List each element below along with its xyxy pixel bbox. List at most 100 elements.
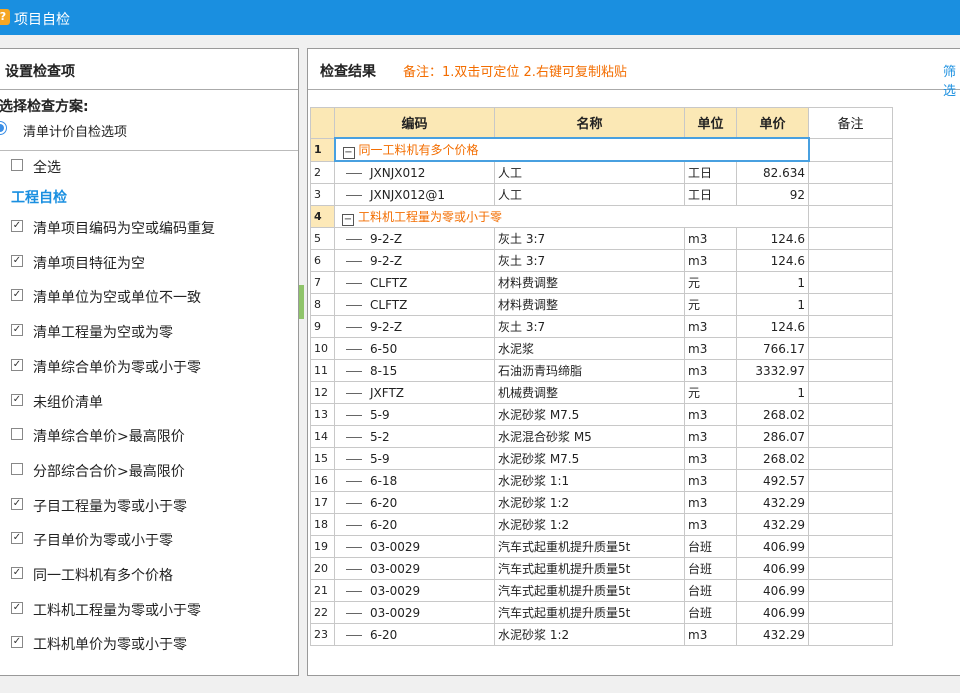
- code-cell[interactable]: 6-20: [334, 513, 495, 536]
- remark-cell[interactable]: [808, 535, 893, 558]
- remark-cell[interactable]: [808, 513, 893, 536]
- price-cell[interactable]: 286.07: [736, 425, 809, 448]
- remark-cell[interactable]: [808, 469, 893, 492]
- code-cell[interactable]: JXFTZ: [334, 381, 495, 404]
- checkbox-checked-icon[interactable]: ✓: [11, 220, 23, 232]
- checkbox-checked-icon[interactable]: ✓: [11, 393, 23, 406]
- checkbox-checked-icon[interactable]: ✓: [11, 254, 23, 267]
- remark-cell[interactable]: [808, 447, 893, 470]
- name-cell[interactable]: 水泥砂浆 M7.5: [494, 403, 685, 426]
- table-row[interactable]: 6 9-2-Z 灰土 3:7 m3 124.6: [310, 249, 893, 272]
- remark-cell[interactable]: [808, 403, 893, 426]
- code-cell[interactable]: 03-0029: [334, 579, 495, 602]
- name-cell[interactable]: 灰土 3:7: [494, 227, 685, 250]
- name-cell[interactable]: 水泥砂浆 1:2: [494, 513, 685, 536]
- table-row[interactable]: 12 JXFTZ 机械费调整元 1: [310, 381, 893, 404]
- price-cell[interactable]: 766.17: [736, 337, 809, 360]
- checkbox-checked-icon[interactable]: ✓: [11, 358, 23, 371]
- code-cell[interactable]: 5-9: [334, 403, 495, 426]
- name-cell[interactable]: 水泥砂浆 1:2: [494, 623, 685, 646]
- code-cell[interactable]: 6-20: [334, 491, 495, 514]
- price-cell[interactable]: 124.6: [736, 249, 809, 272]
- unit-cell[interactable]: 元: [684, 293, 737, 316]
- name-cell[interactable]: 水泥砂浆 1:1: [494, 469, 685, 492]
- code-cell[interactable]: 03-0029: [334, 601, 495, 624]
- remark-cell[interactable]: [808, 359, 893, 382]
- table-row[interactable]: 3 JXNJX012@1 人工 工日 92: [310, 183, 893, 206]
- remark-cell[interactable]: [808, 227, 893, 250]
- column-header-code[interactable]: 编码: [334, 107, 495, 139]
- table-row[interactable]: 20 03-0029 汽车式起重机提升质量5t 台班 406.99: [310, 557, 893, 580]
- unit-cell[interactable]: m3: [684, 337, 737, 360]
- code-cell[interactable]: JXNJX012@1: [334, 183, 495, 206]
- price-cell[interactable]: 82.634: [736, 160, 809, 184]
- name-cell[interactable]: 石油沥青玛缔脂: [494, 359, 685, 382]
- checkbox-icon[interactable]: [11, 428, 23, 441]
- checkbox-checked-icon[interactable]: ✓: [11, 567, 23, 579]
- remark-cell[interactable]: [808, 271, 893, 294]
- price-cell[interactable]: 1: [736, 293, 809, 316]
- group-row[interactable]: 1− 同一工料机有多个价格: [310, 137, 893, 162]
- price-cell[interactable]: 268.02: [736, 403, 809, 426]
- unit-cell[interactable]: m3: [684, 227, 737, 250]
- price-cell[interactable]: 492.57: [736, 469, 809, 492]
- unit-cell[interactable]: m3: [684, 513, 737, 536]
- price-cell[interactable]: 3332.97: [736, 359, 809, 382]
- remark-cell[interactable]: [808, 315, 893, 338]
- unit-cell[interactable]: m3: [684, 315, 737, 338]
- price-cell[interactable]: 1: [736, 271, 809, 294]
- name-cell[interactable]: 灰土 3:7: [494, 249, 685, 272]
- unit-cell[interactable]: 台班: [684, 579, 737, 602]
- column-header-remark[interactable]: 备注: [808, 107, 893, 139]
- panel-splitter-handle[interactable]: [299, 285, 304, 319]
- name-cell[interactable]: 水泥浆: [494, 337, 685, 360]
- name-cell[interactable]: 材料费调整: [494, 271, 685, 294]
- table-row[interactable]: 7 CLFTZ 材料费调整元 1: [310, 271, 893, 294]
- remark-cell[interactable]: [808, 381, 893, 404]
- code-cell[interactable]: 9-2-Z: [334, 315, 495, 338]
- code-cell[interactable]: 03-0029: [334, 557, 495, 580]
- table-row[interactable]: 23 6-20 水泥砂浆 1:2 m3 432.29: [310, 623, 893, 646]
- table-row[interactable]: 9 9-2-Z 灰土 3:7 m3 124.6: [310, 315, 893, 338]
- price-cell[interactable]: 406.99: [736, 579, 809, 602]
- remark-cell[interactable]: [808, 623, 893, 646]
- code-cell[interactable]: 6-50: [334, 337, 495, 360]
- unit-cell[interactable]: 台班: [684, 535, 737, 558]
- price-cell[interactable]: 432.29: [736, 513, 809, 536]
- code-cell[interactable]: 9-2-Z: [334, 249, 495, 272]
- remark-cell[interactable]: [808, 337, 893, 360]
- name-cell[interactable]: 材料费调整: [494, 293, 685, 316]
- price-cell[interactable]: 1: [736, 381, 809, 404]
- unit-cell[interactable]: m3: [684, 403, 737, 426]
- remark-cell[interactable]: [808, 183, 893, 206]
- unit-cell[interactable]: m3: [684, 447, 737, 470]
- table-row[interactable]: 16 6-18 水泥砂浆 1:1 m3 492.57: [310, 469, 893, 492]
- name-cell[interactable]: 人工: [494, 160, 685, 184]
- code-cell[interactable]: 5-9: [334, 447, 495, 470]
- price-cell[interactable]: 406.99: [736, 601, 809, 624]
- remark-cell[interactable]: [808, 425, 893, 448]
- price-cell[interactable]: 124.6: [736, 227, 809, 250]
- table-row[interactable]: 2 JXNJX012 人工 工日 82.634: [310, 160, 893, 184]
- name-cell[interactable]: 人工: [494, 183, 685, 206]
- column-header-name[interactable]: 名称: [494, 107, 685, 139]
- collapse-icon[interactable]: −: [342, 213, 354, 226]
- checkbox-checked-icon[interactable]: ✓: [11, 601, 23, 614]
- name-cell[interactable]: 水泥砂浆 1:2: [494, 491, 685, 514]
- table-row[interactable]: 11 8-15 石油沥青玛缔脂 m3 3332.97: [310, 359, 893, 382]
- table-row[interactable]: 10 6-50 水泥浆 m3 766.17: [310, 337, 893, 360]
- unit-cell[interactable]: m3: [684, 425, 737, 448]
- unit-cell[interactable]: m3: [684, 491, 737, 514]
- code-cell[interactable]: CLFTZ: [334, 271, 495, 294]
- unit-cell[interactable]: 工日: [684, 183, 737, 206]
- code-cell[interactable]: 9-2-Z: [334, 227, 495, 250]
- table-row[interactable]: 8 CLFTZ 材料费调整元 1: [310, 293, 893, 316]
- code-cell[interactable]: 8-15: [334, 359, 495, 382]
- table-row[interactable]: 22 03-0029 汽车式起重机提升质量5t 台班 406.99: [310, 601, 893, 624]
- name-cell[interactable]: 汽车式起重机提升质量5t: [494, 579, 685, 602]
- column-header-unit[interactable]: 单位: [684, 107, 737, 139]
- price-cell[interactable]: 432.29: [736, 623, 809, 646]
- unit-cell[interactable]: m3: [684, 469, 737, 492]
- price-cell[interactable]: 268.02: [736, 447, 809, 470]
- unit-cell[interactable]: 台班: [684, 601, 737, 624]
